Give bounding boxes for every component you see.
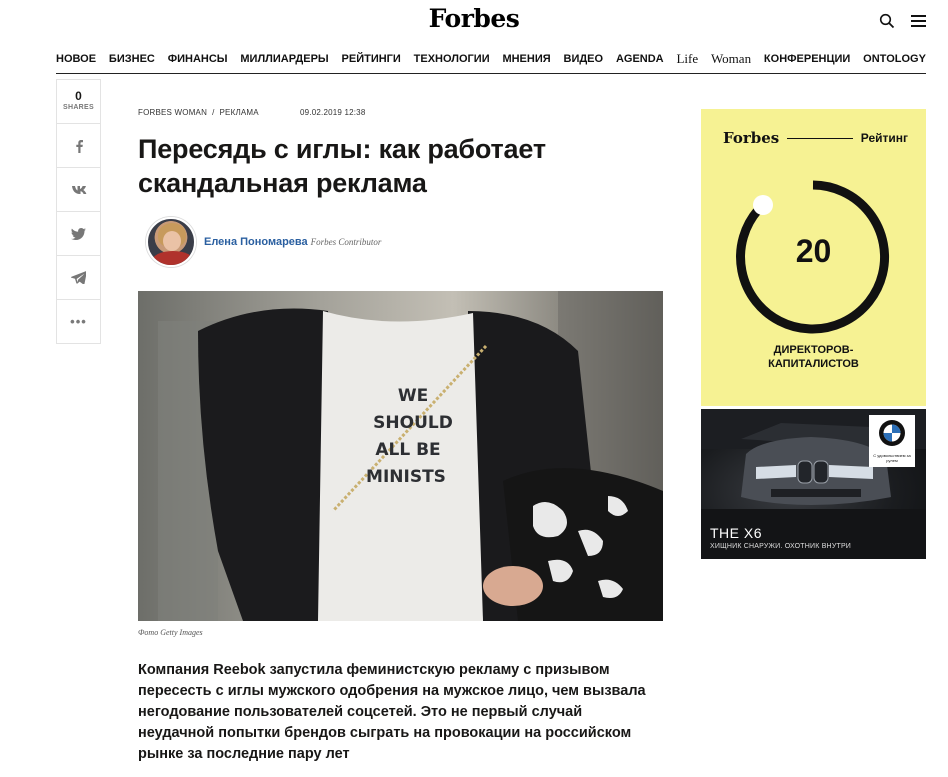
share-count: 0 bbox=[75, 89, 82, 103]
author-name[interactable]: Елена Пономарева bbox=[204, 236, 308, 248]
breadcrumb-advertising[interactable]: РЕКЛАМА bbox=[220, 108, 259, 117]
nav-item-technology[interactable]: ТЕХНОЛОГИИ bbox=[414, 53, 490, 65]
share-counter: 0 SHARES bbox=[56, 79, 101, 124]
photo-caption: Фото Getty Images bbox=[138, 628, 203, 637]
more-share-button[interactable]: ••• bbox=[56, 300, 101, 344]
site-header: Forbes bbox=[0, 0, 948, 44]
publish-date: 09.02.2019 12:38 bbox=[300, 108, 366, 117]
article-photo: WE SHOULD ALL BE MINISTS bbox=[138, 291, 663, 621]
nav-item-ratings[interactable]: РЕЙТИНГИ bbox=[342, 53, 401, 65]
rating-ad-banner[interactable]: Forbes Рейтинг 20 ДИРЕКТОРОВ- КАПИТАЛИСТ… bbox=[701, 109, 926, 406]
author-role: Forbes Contributor bbox=[310, 237, 382, 247]
share-label: SHARES bbox=[63, 104, 94, 111]
nav-item-billionaires[interactable]: МИЛЛИАРДЕРЫ bbox=[240, 53, 328, 65]
rating-ad-subtitle-line-2: КАПИТАЛИСТОВ bbox=[768, 358, 859, 370]
bmw-logo-box: С удовольствием за рулем bbox=[869, 415, 915, 467]
nav-item-ontology[interactable]: ONTOLOGY bbox=[863, 53, 926, 65]
bmw-ad-banner[interactable]: С удовольствием за рулем THE X6 ХИЩНИК С… bbox=[701, 409, 926, 559]
nav-item-video[interactable]: ВИДЕО bbox=[564, 53, 604, 65]
rating-ad-logo: Forbes bbox=[723, 129, 780, 147]
bmw-model-name: THE X6 bbox=[710, 525, 763, 541]
nav-item-finance[interactable]: ФИНАНСЫ bbox=[168, 53, 228, 65]
twitter-icon bbox=[71, 227, 86, 240]
facebook-share-button[interactable] bbox=[56, 124, 101, 168]
twitter-share-button[interactable] bbox=[56, 212, 101, 256]
search-icon[interactable] bbox=[879, 13, 895, 29]
vk-share-button[interactable] bbox=[56, 168, 101, 212]
shirt-text-line-4: MINISTS bbox=[366, 467, 446, 487]
shirt-text-line-1: WE bbox=[398, 386, 428, 406]
breadcrumb: FORBES WOMAN / РЕКЛАМА 09.02.2019 12:38 bbox=[138, 108, 365, 117]
share-rail: 0 SHARES ••• bbox=[56, 79, 101, 344]
nav-item-new[interactable]: НОВОЕ bbox=[56, 53, 96, 65]
shirt-text-line-2: SHOULD bbox=[373, 413, 453, 433]
nav-item-conferences[interactable]: КОНФЕРЕНЦИИ bbox=[764, 53, 850, 65]
more-dots-icon: ••• bbox=[70, 314, 87, 329]
rating-ad-divider bbox=[787, 137, 853, 139]
article-lead: Компания Reebok запустила феминистскую р… bbox=[138, 662, 646, 762]
rating-ad-subtitle-line-1: ДИРЕКТОРОВ- bbox=[773, 344, 854, 356]
breadcrumb-forbes-woman[interactable]: FORBES WOMAN bbox=[138, 108, 207, 117]
nav-item-woman[interactable]: Woman bbox=[711, 51, 751, 67]
vk-icon bbox=[71, 185, 86, 194]
photo-illustration: WE SHOULD ALL BE MINISTS bbox=[138, 291, 663, 621]
rating-ad-number: 20 bbox=[795, 233, 832, 269]
breadcrumb-separator: / bbox=[212, 108, 215, 117]
bmw-tagline: С удовольствием за рулем bbox=[873, 453, 911, 463]
nav-item-life[interactable]: Life bbox=[676, 51, 698, 67]
telegram-icon bbox=[71, 271, 86, 284]
nav-item-business[interactable]: БИЗНЕС bbox=[109, 53, 155, 65]
nav-item-agenda[interactable]: AGENDA bbox=[616, 53, 664, 65]
nav-item-opinions[interactable]: МНЕНИЯ bbox=[502, 53, 550, 65]
telegram-share-button[interactable] bbox=[56, 256, 101, 300]
bmw-slogan: ХИЩНИК СНАРУЖИ. ОХОТНИК ВНУТРИ bbox=[710, 543, 852, 550]
shirt-text-line-3: ALL BE bbox=[375, 440, 440, 460]
rating-ad-label: Рейтинг bbox=[860, 131, 908, 145]
hamburger-menu-icon[interactable] bbox=[911, 15, 926, 27]
facebook-icon bbox=[75, 139, 83, 153]
rating-ad-header: Forbes Рейтинг bbox=[723, 129, 908, 147]
forbes-logo[interactable]: Forbes bbox=[0, 4, 948, 33]
article-title: Пересядь с иглы: как работает скандальна… bbox=[138, 134, 546, 198]
author-block: Елена Пономарева Forbes Contributor bbox=[146, 216, 381, 268]
main-nav: НОВОЕ БИЗНЕС ФИНАНСЫ МИЛЛИАРДЕРЫ РЕЙТИНГ… bbox=[56, 44, 926, 74]
rating-ad-subtitle: ДИРЕКТОРОВ- КАПИТАЛИСТОВ bbox=[701, 343, 926, 371]
bmw-logo-icon bbox=[879, 420, 905, 446]
author-avatar[interactable] bbox=[146, 217, 196, 267]
